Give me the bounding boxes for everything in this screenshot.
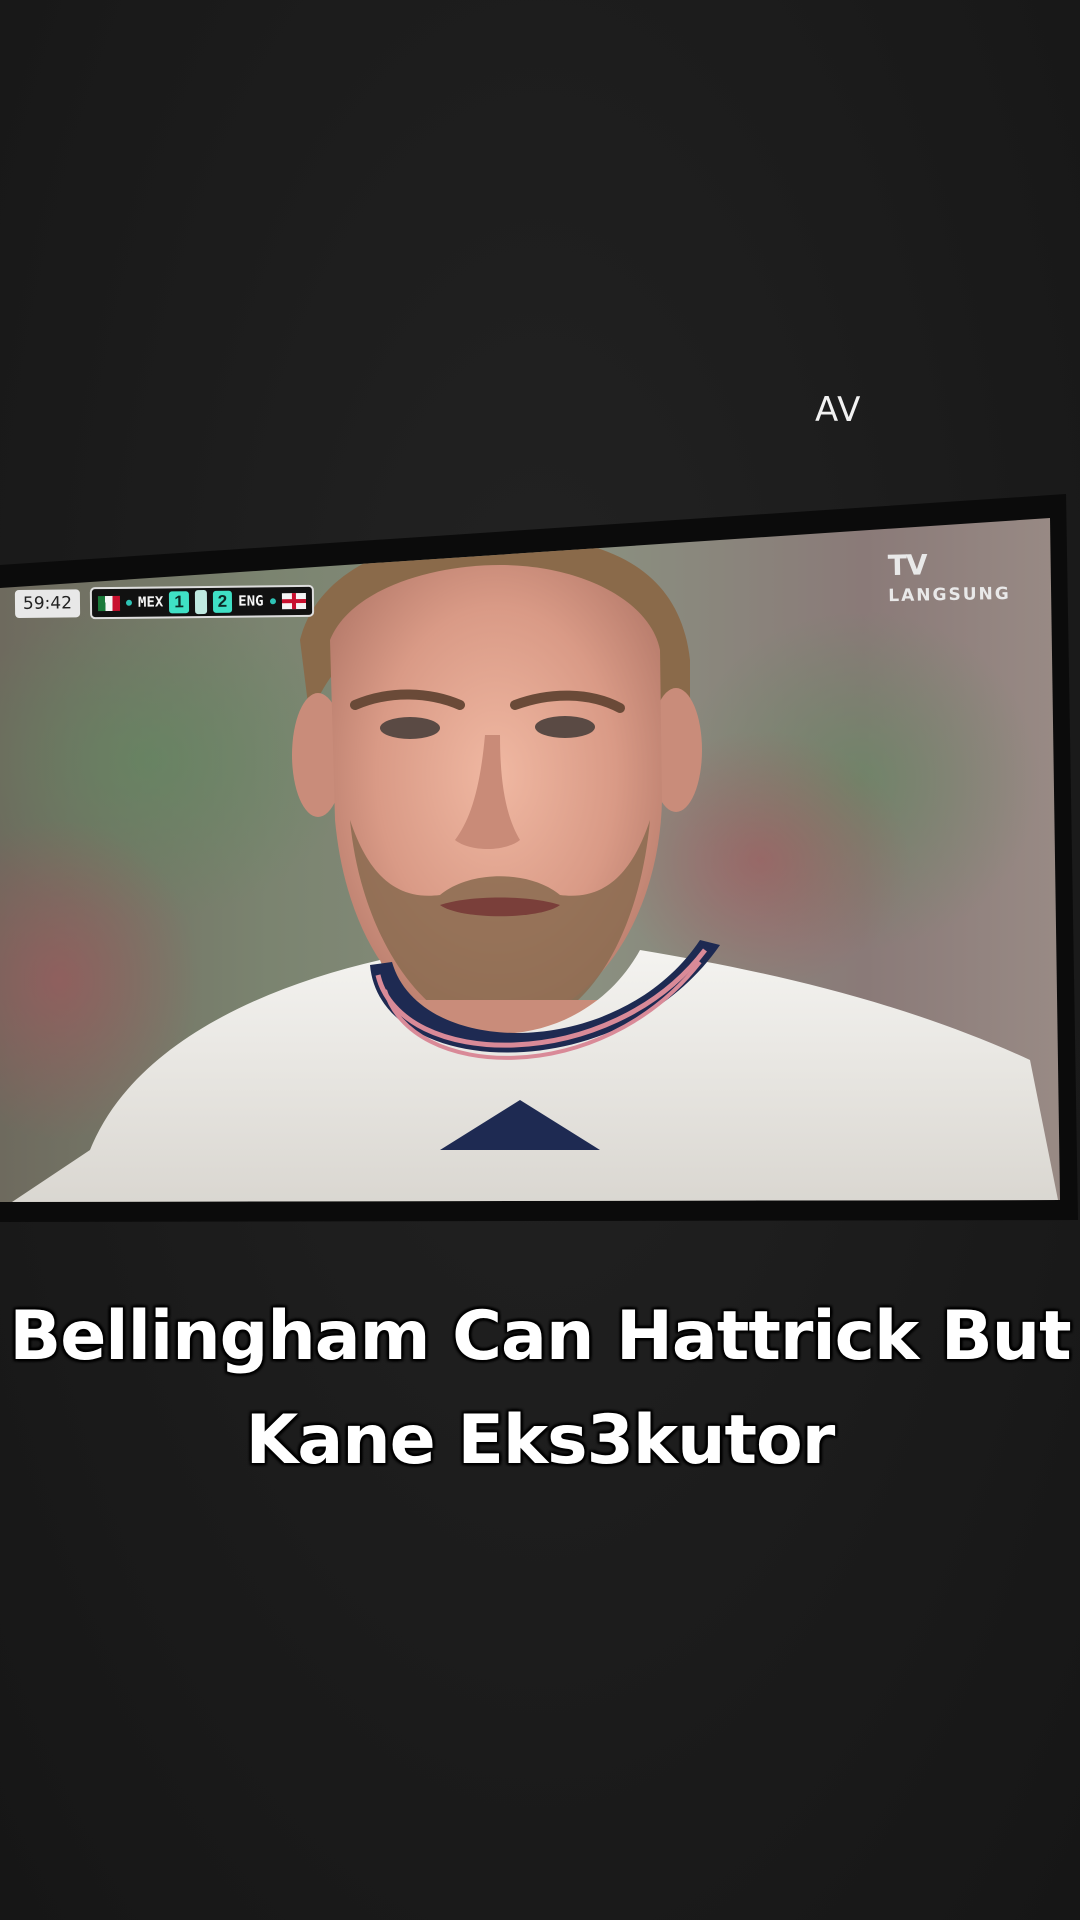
dark-wall-background xyxy=(0,0,1080,1920)
caption-line-1: Bellingham Can Hattrick But xyxy=(9,1297,1071,1376)
video-caption: Bellingham Can Hattrick But Kane Eks3kut… xyxy=(0,1285,1080,1493)
watermark-label: AV xyxy=(815,390,862,430)
caption-line-2: Kane Eks3kutor xyxy=(245,1401,836,1480)
